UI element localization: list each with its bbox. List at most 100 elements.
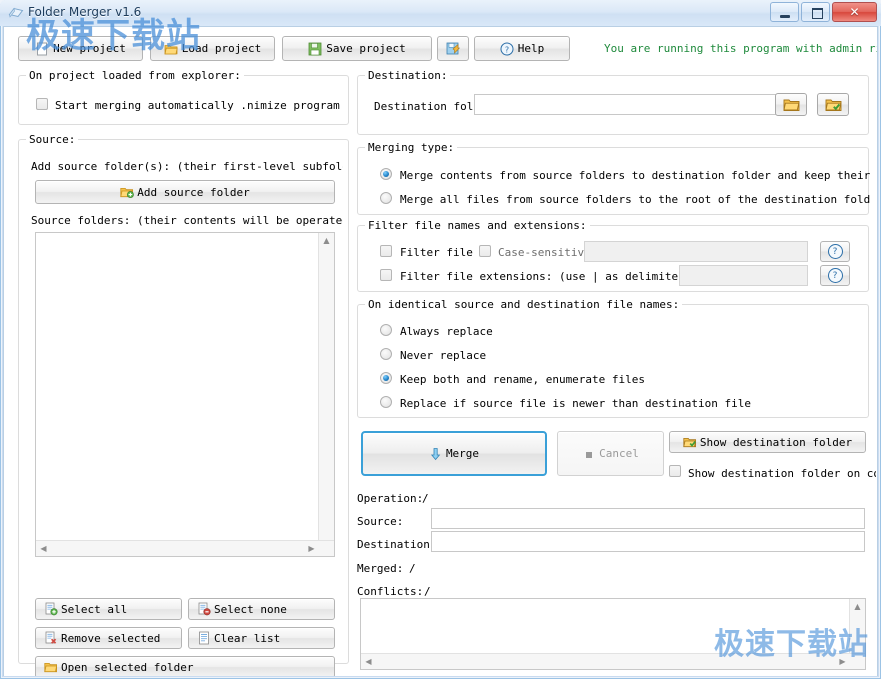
minimize-icon [780, 15, 790, 18]
merging-type-option-0-radio[interactable] [380, 168, 392, 180]
identical-option-0-radio[interactable] [380, 324, 392, 336]
remove-selected-button[interactable]: Remove selected [35, 627, 182, 649]
merged-label: Merged: [357, 562, 404, 575]
window-controls: ✕ [770, 2, 877, 22]
filter-names-help-button[interactable]: ? [820, 241, 850, 262]
maximize-button[interactable] [801, 2, 830, 22]
log-listbox[interactable]: ▲ ▼ ◀ ▶ [360, 598, 866, 670]
close-icon: ✕ [849, 5, 860, 19]
identical-option-2-radio[interactable] [380, 372, 392, 384]
new-project-button[interactable]: New project [18, 36, 143, 61]
filter-extensions-checkbox[interactable] [380, 269, 392, 281]
select-all-icon [44, 602, 58, 616]
source-list-vscrollbar[interactable]: ▲ ▼ [318, 233, 334, 556]
scroll-up-icon[interactable]: ▲ [850, 599, 865, 614]
merging-type-option-1-radio[interactable] [380, 192, 392, 204]
select-all-button[interactable]: Select all [35, 598, 182, 620]
source-status-input[interactable] [431, 508, 865, 529]
scroll-left-icon[interactable]: ◀ [361, 654, 376, 669]
save-disk-icon [308, 42, 322, 56]
operation-label: Operation: [357, 492, 424, 505]
question-icon: ? [827, 244, 843, 259]
help-button[interactable]: ? Help [474, 36, 570, 61]
source-list-hscrollbar[interactable]: ◀ ▶ [36, 540, 334, 556]
start-merging-automatically-checkbox[interactable] [36, 98, 48, 110]
case-sensitive-checkbox[interactable] [479, 245, 491, 257]
identical-option-2-label: Keep both and rename, enumerate files [400, 373, 646, 386]
show-destination-folder-label: Show destination folder [699, 435, 853, 449]
filter-file-names-checkbox[interactable] [380, 245, 392, 257]
client-area: New project Load project Save project ? … [3, 26, 878, 676]
add-source-hint-label: Add source folder(s): (their first-level… [31, 160, 343, 173]
open-destination-button[interactable] [817, 93, 849, 116]
title-bar[interactable]: Folder Merger v1.6 ✕ [0, 0, 881, 26]
browse-destination-button[interactable] [775, 93, 807, 116]
select-none-button[interactable]: Select none [188, 598, 335, 620]
start-merging-automatically-label: Start merging automatically .nimize prog… [55, 99, 345, 112]
show-destination-folder-button[interactable]: Show destination folder [669, 431, 866, 453]
open-folder-icon [164, 42, 178, 56]
select-none-label: Select none [214, 602, 287, 616]
merging-type-caption: Merging type: [365, 141, 458, 154]
open-selected-folder-button[interactable]: Open selected folder [35, 656, 335, 676]
folder-merge-icon [8, 7, 24, 18]
save-as-icon [446, 42, 461, 56]
new-project-label: New project [53, 42, 126, 55]
identical-names-group: On identical source and destination file… [357, 298, 869, 418]
identical-option-1-radio[interactable] [380, 348, 392, 360]
select-none-icon [197, 602, 211, 616]
filter-extensions-input[interactable] [679, 265, 808, 286]
log-hscrollbar[interactable]: ◀ ▶ [361, 653, 865, 669]
load-project-button[interactable]: Load project [150, 36, 275, 61]
folder-check-icon [824, 99, 841, 111]
cancel-button[interactable]: Cancel [557, 431, 664, 476]
close-button[interactable]: ✕ [832, 2, 877, 22]
save-project-button[interactable]: Save project [282, 36, 432, 61]
scroll-left-icon[interactable]: ◀ [36, 541, 51, 556]
merging-type-option-1-label: Merge all files from source folders to t… [400, 193, 870, 206]
merging-type-group: Merging type: Merge contents from source… [357, 141, 870, 215]
identical-option-0-label: Always replace [400, 325, 493, 338]
on-project-loaded-caption: On project loaded from explorer: [26, 69, 244, 82]
scroll-right-icon[interactable]: ▶ [835, 654, 850, 669]
cancel-label: Cancel [599, 447, 639, 460]
window-title: Folder Merger v1.6 [28, 5, 142, 19]
select-all-label: Select all [61, 602, 128, 616]
help-label: Help [517, 42, 545, 55]
save-project-as-button[interactable] [437, 36, 469, 61]
load-project-label: Load project [181, 42, 262, 55]
scroll-right-icon[interactable]: ▶ [304, 541, 319, 556]
remove-selected-icon [44, 631, 58, 645]
filter-extensions-help-button[interactable]: ? [820, 265, 850, 286]
add-source-folder-label: Add source folder [137, 185, 250, 199]
source-group: Source: Add source folder(s): (their fir… [18, 133, 349, 676]
destination-folder-label: Destination fold [374, 100, 480, 113]
filter-extensions-label: Filter file extensions: (use | as delimi… [400, 270, 690, 283]
identical-option-1-label: Never replace [400, 349, 487, 362]
add-source-folder-button[interactable]: Add source folder [35, 180, 335, 204]
identical-option-3-radio[interactable] [380, 396, 392, 408]
merge-arrow-icon [429, 447, 443, 461]
maximize-icon [812, 8, 823, 19]
minimize-button[interactable] [770, 2, 799, 22]
destination-group: Destination: Destination fold [357, 69, 869, 135]
conflicts-label: Conflicts: [357, 585, 424, 598]
source-folders-list[interactable]: ▲ ▼ ◀ ▶ [35, 232, 335, 557]
svg-text:?: ? [505, 45, 509, 54]
merge-button[interactable]: Merge [361, 431, 547, 476]
scroll-up-icon[interactable]: ▲ [319, 233, 334, 248]
open-folder-icon [44, 660, 58, 674]
application-window: Folder Merger v1.6 ✕ New project Load pr… [0, 0, 881, 679]
merge-label: Merge [445, 447, 480, 460]
destination-folder-input[interactable] [474, 94, 784, 115]
open-selected-folder-label: Open selected folder [61, 660, 194, 674]
remove-selected-label: Remove selected [61, 631, 161, 645]
clear-list-button[interactable]: Clear list [188, 627, 335, 649]
filter-file-names-input[interactable] [584, 241, 808, 262]
show-destination-on-complete-checkbox[interactable] [669, 465, 681, 477]
merging-type-option-0-label: Merge contents from source folders to de… [400, 169, 870, 182]
destination-status-input[interactable] [431, 531, 865, 552]
new-document-icon [35, 42, 49, 56]
folder-check-icon [683, 435, 697, 449]
filter-file-names-label: Filter file n [400, 246, 480, 259]
